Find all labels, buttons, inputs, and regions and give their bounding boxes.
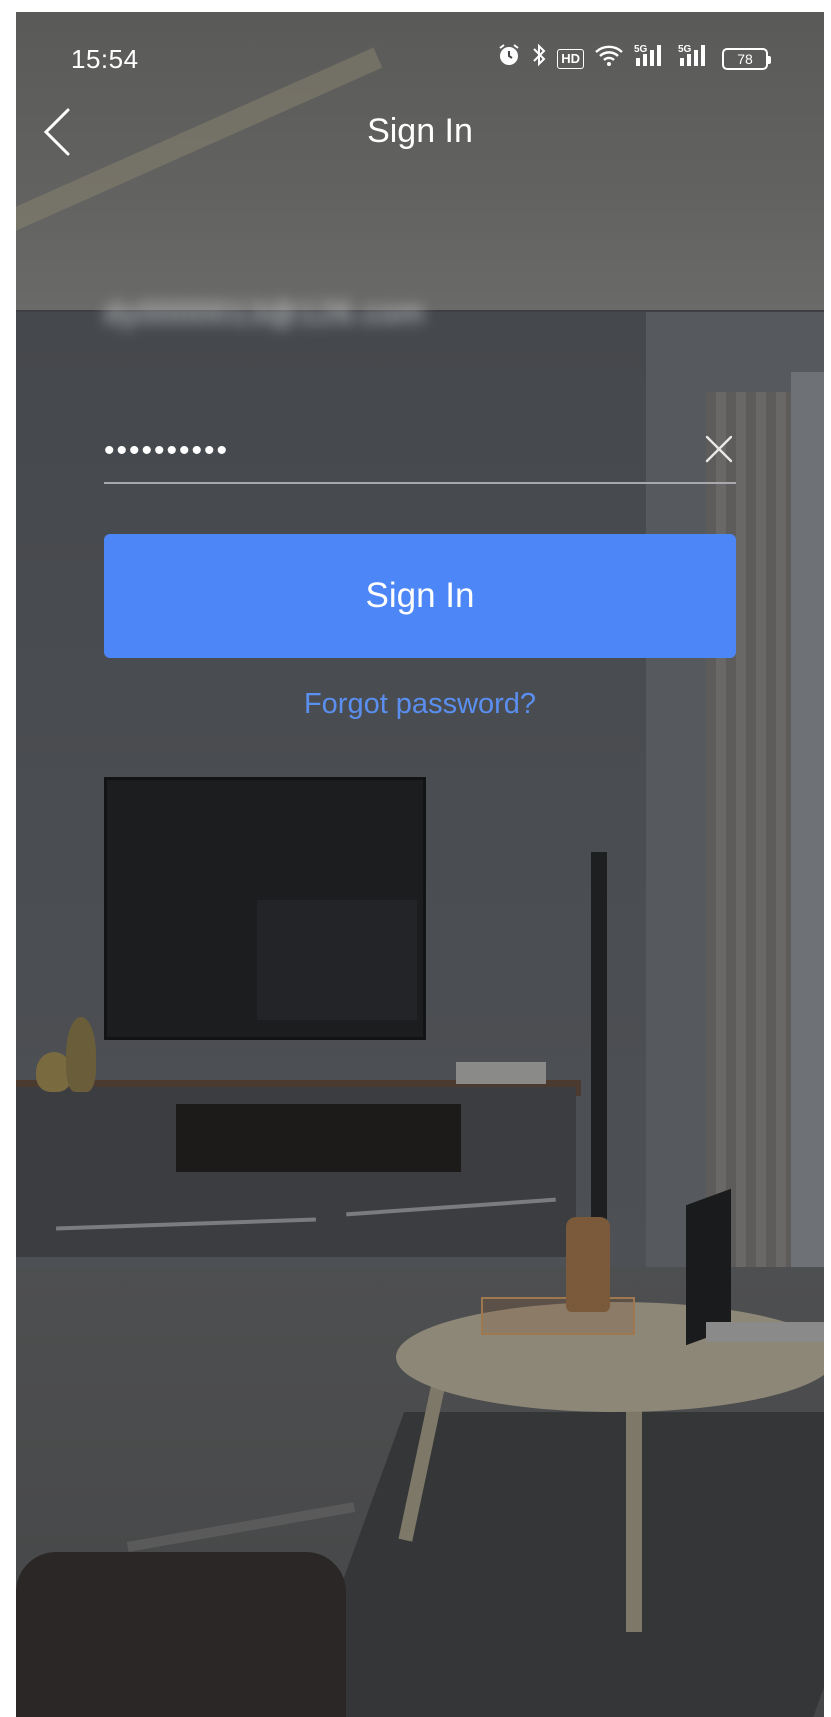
email-field[interactable]: dy0000013@126.com — [104, 295, 504, 345]
tray — [481, 1297, 635, 1335]
sign-in-button[interactable]: Sign In — [104, 534, 736, 658]
top-bar: Sign In — [16, 100, 824, 160]
armchair — [16, 1552, 346, 1717]
bluetooth-icon — [531, 42, 547, 75]
battery-icon: 78 — [722, 47, 771, 70]
password-field-container — [104, 422, 736, 484]
television — [104, 777, 426, 1040]
window — [791, 372, 824, 1272]
screen: 15:54 HD 5G 5G 78 Sign In dy0000013@126.… — [16, 12, 824, 1717]
signal-5g-icon: 5G — [634, 42, 668, 75]
vase — [66, 1017, 96, 1092]
close-icon — [705, 435, 733, 463]
background-room-image — [16, 12, 824, 1717]
svg-text:5G: 5G — [678, 44, 692, 55]
status-time: 15:54 — [71, 44, 139, 74]
tv-reflection — [257, 900, 417, 1020]
tv-console-niche — [176, 1104, 461, 1172]
books — [456, 1062, 546, 1084]
floor-speaker — [591, 852, 607, 1272]
password-field[interactable] — [104, 422, 664, 480]
svg-text:5G: 5G — [634, 44, 648, 55]
decanter — [566, 1217, 610, 1312]
forgot-password-link[interactable]: Forgot password? — [16, 688, 824, 721]
page-title: Sign In — [367, 112, 473, 150]
status-icons: HD 5G 5G 78 — [497, 42, 771, 75]
status-bar: 15:54 HD 5G 5G 78 — [16, 12, 824, 75]
laptop-base — [706, 1322, 824, 1342]
alarm-icon — [497, 42, 521, 75]
clear-password-button[interactable] — [702, 432, 736, 466]
hd-icon: HD — [557, 48, 584, 69]
table-leg — [626, 1392, 642, 1632]
signal-5g-icon: 5G — [678, 42, 712, 75]
wifi-icon — [594, 43, 624, 74]
